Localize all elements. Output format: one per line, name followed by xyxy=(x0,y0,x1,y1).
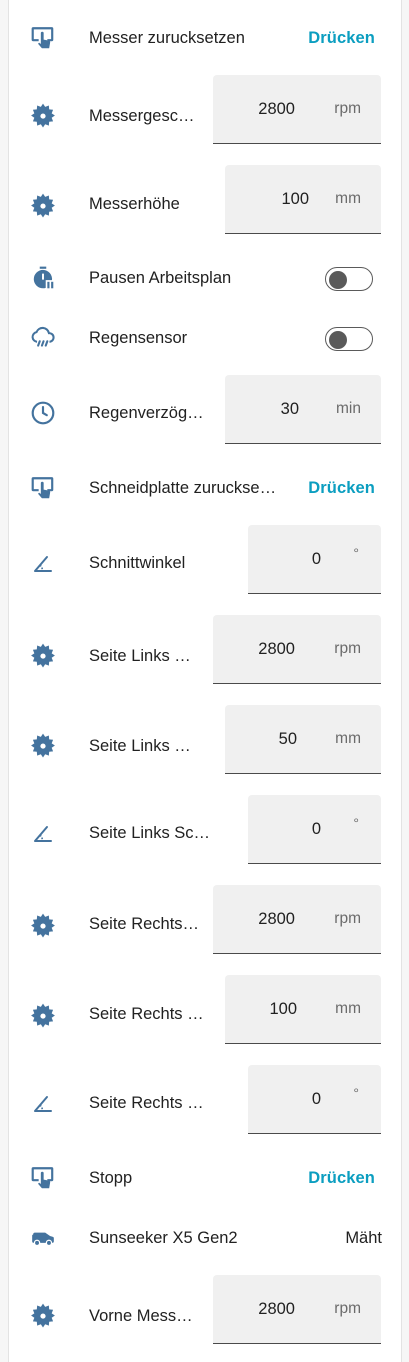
unit-label: min xyxy=(336,400,361,417)
row-regensensor: Regensensor xyxy=(9,314,401,374)
input-value: 2800 xyxy=(258,910,295,928)
row-stopp: Stopp Drücken xyxy=(9,1154,401,1204)
entity-label: Sunseeker X5 Gen2 xyxy=(89,1229,238,1247)
number-input[interactable]: 50 mm xyxy=(225,705,381,774)
row-seite-rechts-angle: Seite Rechts … 0 ° xyxy=(9,1064,401,1154)
unit-label: rpm xyxy=(334,1300,361,1317)
row-pausen-arbeitsplan: Pausen Arbeitsplan xyxy=(9,254,401,314)
entity-label: Stopp xyxy=(89,1169,133,1187)
angle-acute-icon xyxy=(29,549,57,577)
entities-page: Messer zurucksetzen Drücken Messergesc… … xyxy=(0,0,409,1362)
row-regenverzoegerung: Regenverzög… 30 min xyxy=(9,374,401,464)
toggle-knob xyxy=(329,270,347,289)
number-input[interactable]: 2800 rpm xyxy=(213,75,381,144)
entity-label: Seite Rechts… xyxy=(89,915,200,933)
row-messergeschwindigkeit: Messergesc… 2800 rpm xyxy=(9,74,401,164)
row-sunseeker-status: Sunseeker X5 Gen2 Mäht xyxy=(9,1214,401,1264)
input-value: 2800 xyxy=(258,640,295,658)
saw-blade-icon xyxy=(29,191,57,219)
input-value: 0 xyxy=(311,550,321,568)
row-messer-zurucksetzen: Messer zurucksetzen Drücken xyxy=(9,0,401,74)
toggle-knob xyxy=(329,330,347,349)
row-seite-rechts-speed: Seite Rechts… 2800 rpm xyxy=(9,884,401,974)
unit-label: mm xyxy=(335,1000,361,1017)
press-button[interactable]: Drücken xyxy=(308,1168,375,1188)
weather-rainy-icon xyxy=(29,324,57,352)
row-seite-links-angle: Seite Links Sc… 0 ° xyxy=(9,794,401,884)
entity-label: Regenverzög… xyxy=(89,404,204,422)
number-input[interactable]: 2800 rpm xyxy=(213,615,381,684)
saw-blade-icon xyxy=(29,911,57,939)
entity-label: Schneidplatte zuruckse… xyxy=(89,479,277,497)
unit-label: ° xyxy=(353,545,359,561)
input-value: 100 xyxy=(281,190,309,208)
number-input[interactable]: 2800 rpm xyxy=(213,885,381,954)
unit-label: mm xyxy=(335,730,361,747)
touch-screen-icon xyxy=(29,1164,57,1192)
input-value: 0 xyxy=(311,1090,321,1108)
unit-label: mm xyxy=(335,190,361,207)
input-value: 0 xyxy=(311,820,321,838)
number-input[interactable]: 0 ° xyxy=(248,525,381,594)
entity-label: Vorne Mess… xyxy=(89,1307,193,1325)
unit-label: rpm xyxy=(334,640,361,657)
unit-label: ° xyxy=(353,815,359,831)
saw-blade-icon xyxy=(29,1301,57,1329)
entity-label: Messer zurucksetzen xyxy=(89,29,245,47)
entity-label: Messergesc… xyxy=(89,107,195,125)
touch-screen-icon xyxy=(29,474,57,502)
unit-label: rpm xyxy=(334,100,361,117)
saw-blade-icon xyxy=(29,1001,57,1029)
rain-sensor-toggle[interactable] xyxy=(325,327,373,351)
entity-label: Seite Links Sc… xyxy=(89,824,211,842)
saw-blade-icon xyxy=(29,641,57,669)
clock-icon xyxy=(29,399,57,427)
robot-mower-icon xyxy=(29,1224,57,1252)
unit-label: rpm xyxy=(334,910,361,927)
input-value: 2800 xyxy=(258,100,295,118)
entities-card: Messer zurucksetzen Drücken Messergesc… … xyxy=(8,0,402,1362)
row-seite-links-height: Seite Links … 50 mm xyxy=(9,704,401,794)
entity-label: Seite Rechts … xyxy=(89,1005,204,1023)
pause-schedule-toggle[interactable] xyxy=(325,267,373,291)
entity-label: Schnittwinkel xyxy=(89,554,186,572)
unit-label: ° xyxy=(353,1085,359,1101)
press-button[interactable]: Drücken xyxy=(308,478,375,498)
input-value: 50 xyxy=(278,730,297,748)
press-button[interactable]: Drücken xyxy=(308,28,375,48)
mower-state: Mäht xyxy=(345,1229,382,1247)
entity-label: Pausen Arbeitsplan xyxy=(89,269,232,287)
entity-label: Messerhöhe xyxy=(89,195,180,213)
timer-pause-icon xyxy=(29,264,57,292)
row-schneidplatte-zurucksetzen: Schneidplatte zuruckse… Drücken xyxy=(9,464,401,514)
entity-label: Seite Links … xyxy=(89,647,191,665)
number-input[interactable]: 100 mm xyxy=(225,975,381,1044)
row-seite-links-speed: Seite Links … 2800 rpm xyxy=(9,614,401,704)
input-value: 100 xyxy=(269,1000,297,1018)
angle-acute-icon xyxy=(29,1089,57,1117)
input-value: 30 xyxy=(280,400,299,418)
row-seite-rechts-height: Seite Rechts … 100 mm xyxy=(9,974,401,1064)
number-input[interactable]: 0 ° xyxy=(248,795,381,864)
number-input[interactable]: 2800 rpm xyxy=(213,1275,381,1344)
entity-label: Seite Links … xyxy=(89,737,191,755)
saw-blade-icon xyxy=(29,101,57,129)
row-vorne-messer: Vorne Mess… 2800 rpm xyxy=(9,1274,401,1362)
entity-label: Regensensor xyxy=(89,329,188,347)
entity-label: Seite Rechts … xyxy=(89,1094,204,1112)
number-input[interactable]: 30 min xyxy=(225,375,381,444)
number-input[interactable]: 100 mm xyxy=(225,165,381,234)
angle-acute-icon xyxy=(29,819,57,847)
saw-blade-icon xyxy=(29,731,57,759)
touch-screen-icon xyxy=(29,24,57,52)
input-value: 2800 xyxy=(258,1300,295,1318)
row-schnittwinkel: Schnittwinkel 0 ° xyxy=(9,524,401,614)
row-messerhoehe: Messerhöhe 100 mm xyxy=(9,164,401,254)
number-input[interactable]: 0 ° xyxy=(248,1065,381,1134)
